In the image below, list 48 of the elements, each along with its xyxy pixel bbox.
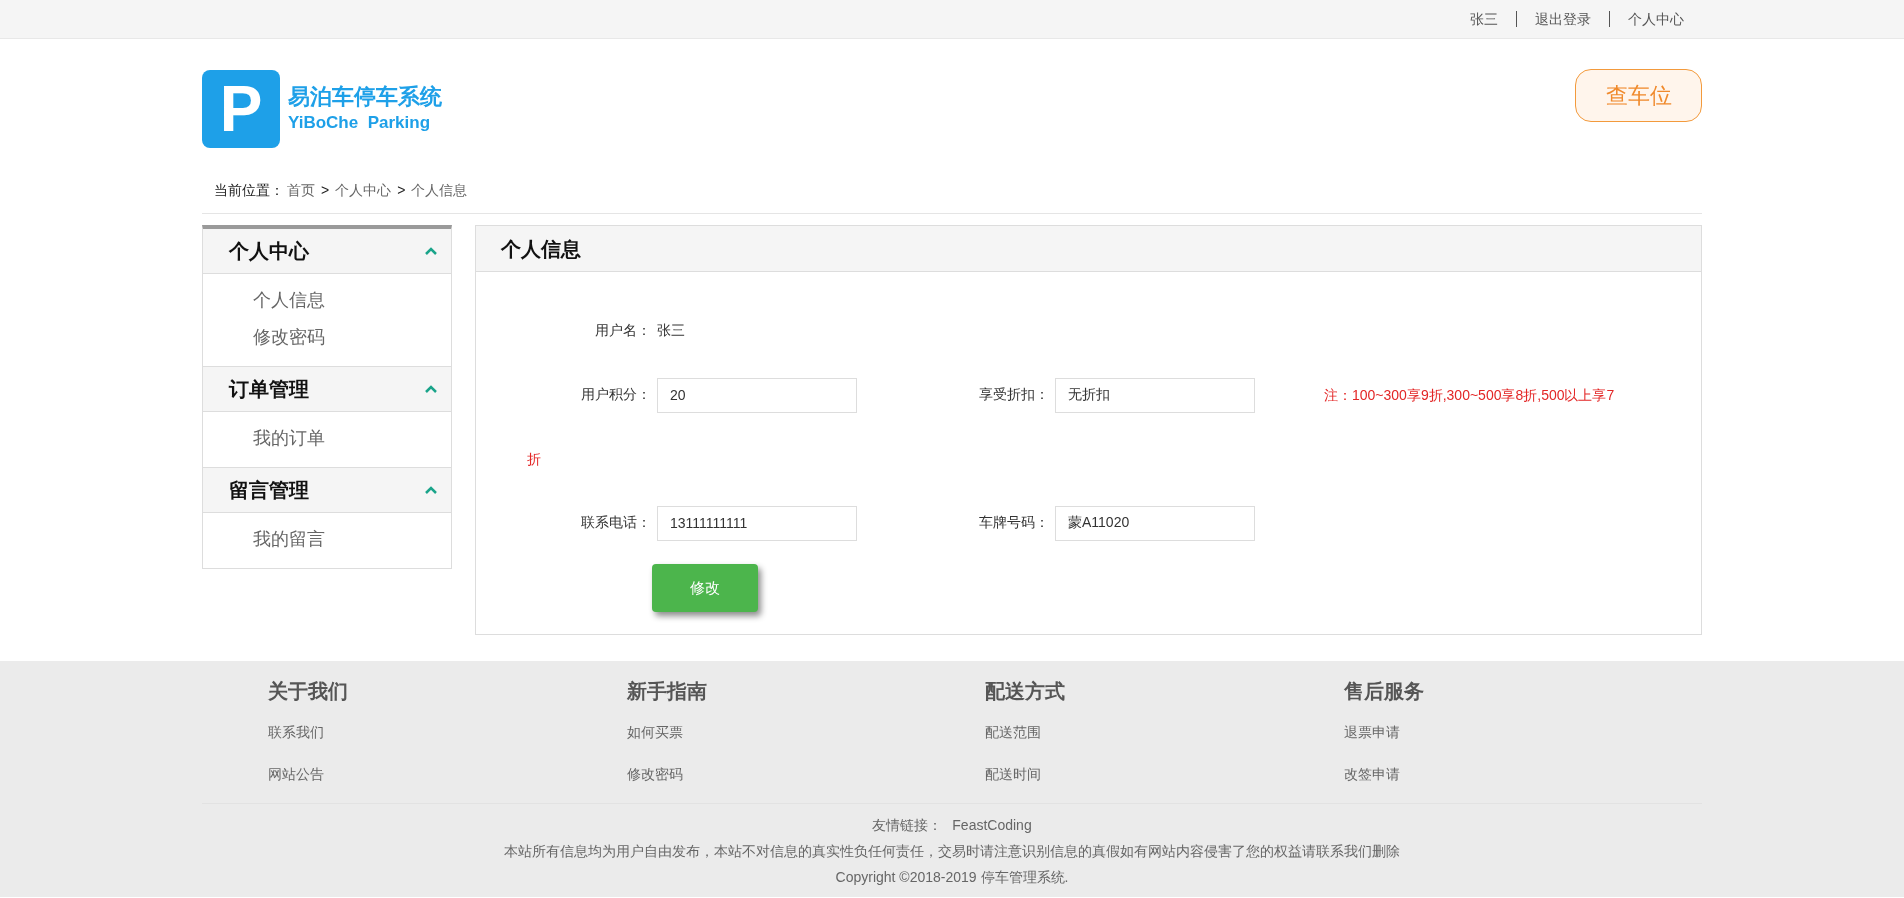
input-field[interactable]: 20 <box>657 377 857 413</box>
field-label: 车牌号码： <box>978 513 1049 532</box>
footer-link[interactable]: 改签申请 <box>1343 753 1702 795</box>
breadcrumb-link[interactable]: 首页 <box>287 180 315 201</box>
footer-link[interactable]: 修改密码 <box>626 753 985 795</box>
footer-link[interactable]: 配送范围 <box>985 711 1344 753</box>
top-link[interactable]: 个人中心 <box>1609 11 1702 27</box>
breadcrumb-separator: > <box>397 181 406 200</box>
sidebar-group-header[interactable]: 订单管理 <box>203 367 451 412</box>
field-label: 用户名： <box>594 321 651 340</box>
field-label: 联系电话： <box>580 513 651 532</box>
footer-link[interactable]: 如何买票 <box>626 711 985 753</box>
input-field[interactable]: 无折扣 <box>1055 377 1255 413</box>
panel-title: 个人信息 <box>501 236 581 262</box>
friend-links-label: 友情链接： <box>872 817 943 833</box>
sidebar-item[interactable]: 个人信息 <box>253 282 451 319</box>
logo-subtitle: YiBoChe Parking <box>288 112 431 134</box>
input-field[interactable]: 蒙A11020 <box>1055 505 1255 541</box>
disclaimer-text: 本站所有信息均为用户自由发布，本站不对信息的真实性负任何责任，交易时请注意识别信息的真假如有网站内容侵害了您的权益请联系我们删除 <box>504 843 1400 859</box>
breadcrumb-link[interactable]: 个人信息 <box>411 180 468 201</box>
sidebar-item[interactable]: 我的订单 <box>253 420 451 457</box>
footer-link[interactable]: 配送时间 <box>985 753 1344 795</box>
top-link[interactable]: 张三 <box>1452 11 1516 27</box>
footer-link[interactable]: 联系我们 <box>268 711 627 753</box>
footer-heading: 关于我们 <box>268 679 349 704</box>
footer-link[interactable]: 退票申请 <box>1343 711 1702 753</box>
sidebar-group-header[interactable]: 留言管理 <box>203 468 451 513</box>
footer-heading: 售后服务 <box>1343 679 1425 704</box>
top-link[interactable]: 退出登录 <box>1516 11 1609 27</box>
field-label: 用户积分： <box>580 385 651 404</box>
copyright-text: Copyright ©2018-2019 停车管理系统. <box>835 869 1069 885</box>
logo-mark: P <box>202 70 280 148</box>
input-field[interactable]: 13111111111 <box>657 505 857 541</box>
footer-heading: 新手指南 <box>626 679 708 704</box>
breadcrumb-label: 当前位置： <box>214 181 284 200</box>
sidebar-group-header[interactable]: 个人中心 <box>203 229 451 274</box>
discount-note: 注：100~300享9折,300~500享8折,500以上享7 <box>1324 386 1615 406</box>
sidebar-item[interactable]: 我的留言 <box>253 521 451 558</box>
breadcrumb-separator: > <box>321 181 330 200</box>
sidebar-item[interactable]: 修改密码 <box>253 319 451 356</box>
logo-title: 易泊车停车系统 <box>288 83 442 111</box>
discount-note: 折 <box>527 451 541 468</box>
footer-link[interactable]: 网站公告 <box>268 753 627 795</box>
field-label: 享受折扣： <box>978 385 1049 404</box>
friend-link[interactable]: FeastCoding <box>952 817 1032 833</box>
breadcrumb-link[interactable]: 个人中心 <box>335 180 392 201</box>
username-value: 张三 <box>657 322 685 338</box>
footer-heading: 配送方式 <box>985 679 1066 704</box>
